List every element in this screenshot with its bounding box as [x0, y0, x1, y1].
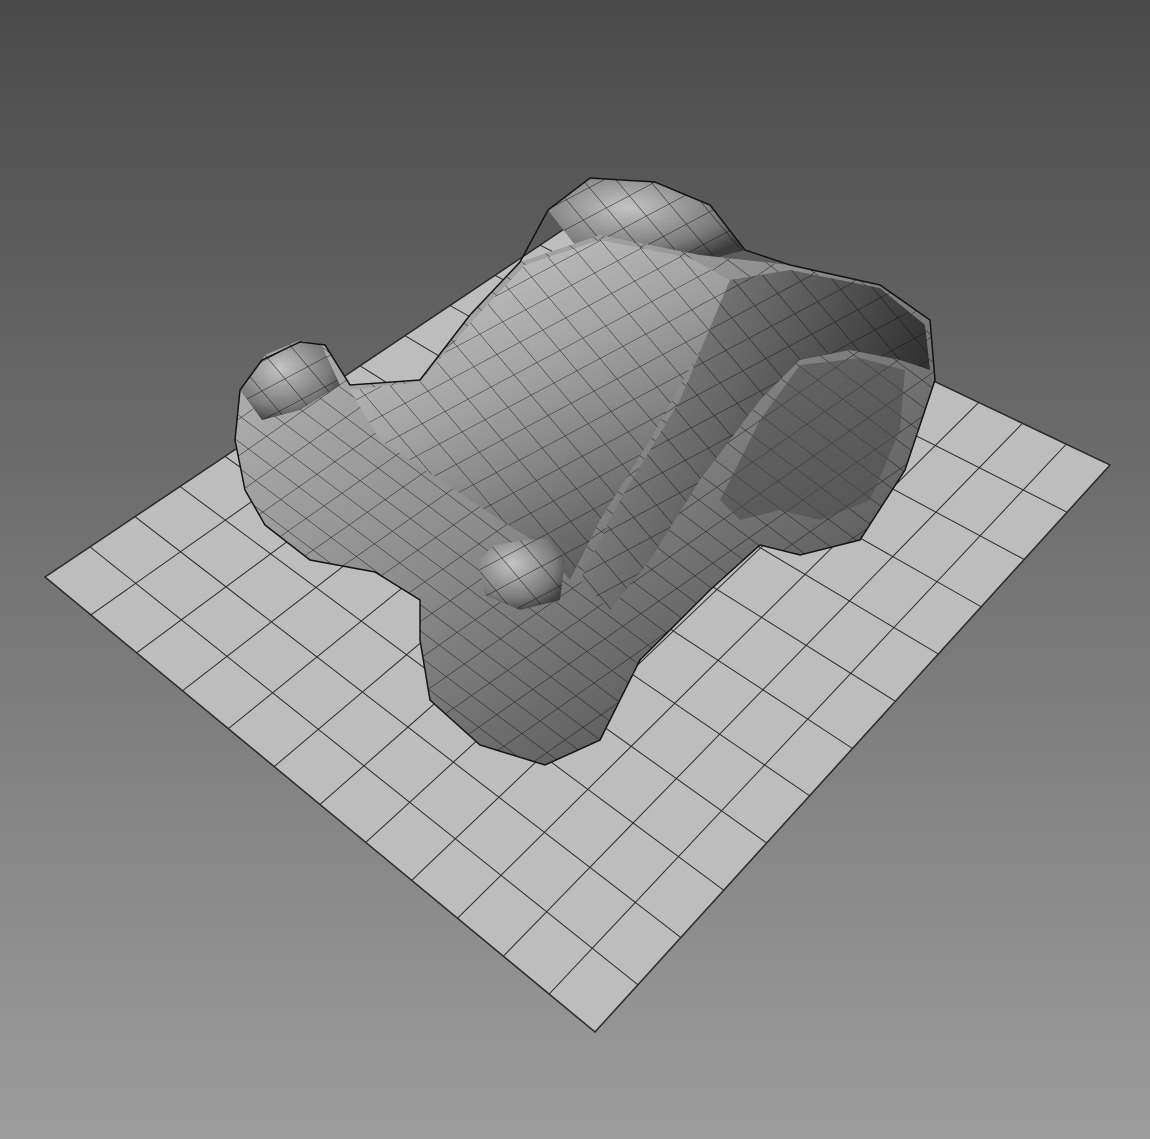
viewport-canvas[interactable] — [0, 0, 1150, 1139]
perspective-viewport[interactable] — [0, 0, 1150, 1139]
